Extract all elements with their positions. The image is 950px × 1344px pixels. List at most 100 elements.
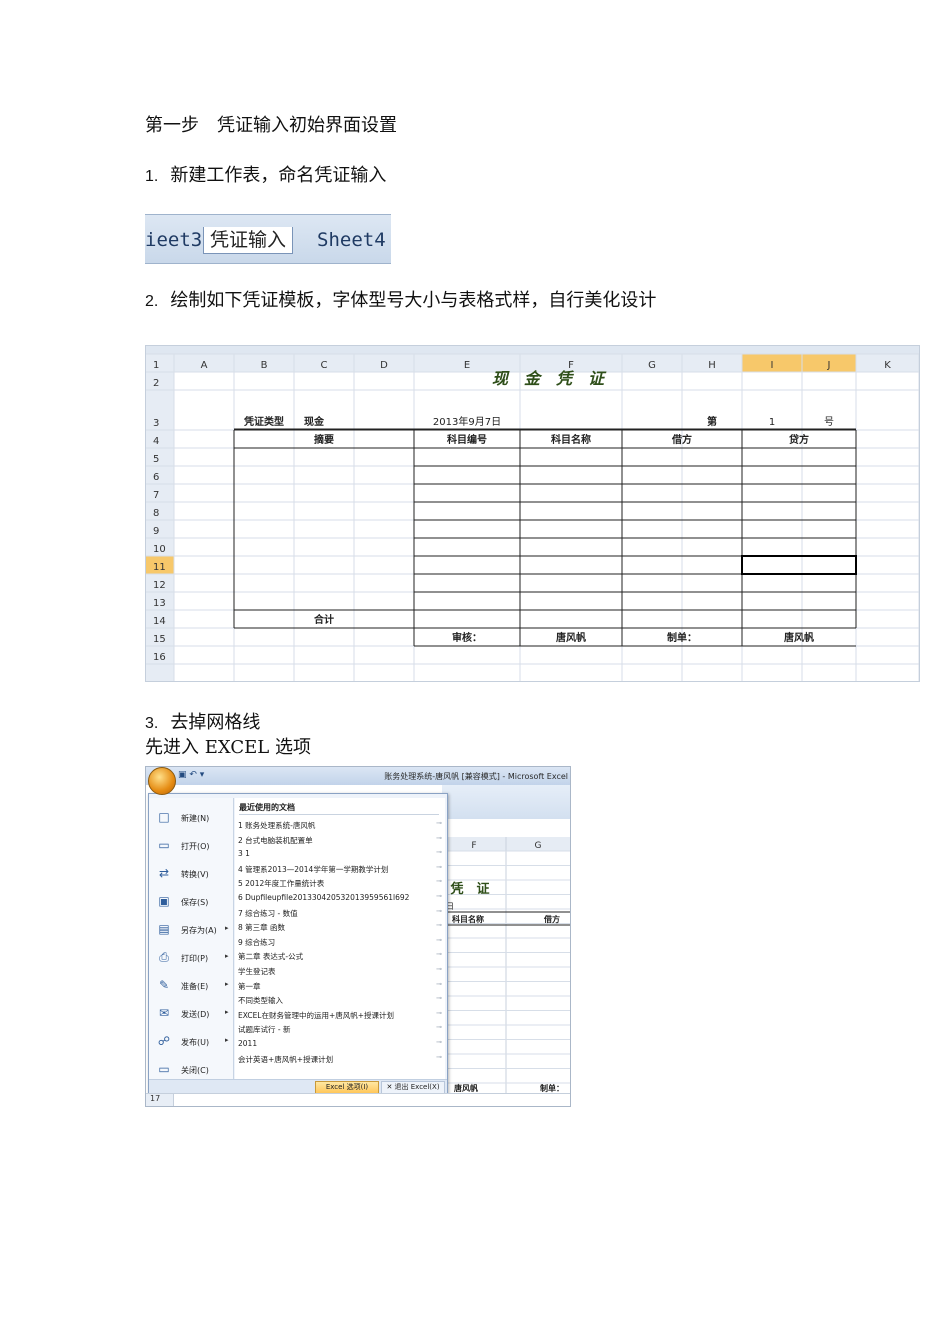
- header-account-code: 科目编号: [447, 433, 487, 446]
- recent-document-item[interactable]: 不同类型输入 ⊸: [238, 993, 444, 1007]
- office-menu-item[interactable]: ⇄ 转换(V): [153, 862, 233, 886]
- submenu-arrow-icon: ▸: [225, 980, 229, 988]
- header-account-name: 科目名称: [551, 433, 591, 446]
- pin-icon[interactable]: ⊸: [436, 1023, 442, 1031]
- recent-document-item[interactable]: 4 管理系2013—2014学年第一学期教学计划 ⊸: [238, 862, 444, 876]
- pin-icon[interactable]: ⊸: [436, 980, 442, 988]
- recent-document-item[interactable]: 第二章 表达式-公式 ⊸: [238, 949, 444, 963]
- recent-document-item[interactable]: 试题库试行 - 新 ⊸: [238, 1022, 444, 1036]
- recent-document-item[interactable]: 学生登记表 ⊸: [238, 964, 444, 978]
- voucher-title: 现 金 凭 证: [492, 369, 607, 388]
- row-header-2: 2: [153, 378, 159, 389]
- office-menu-item[interactable]: ▤ 另存为(A) ▸: [153, 918, 233, 942]
- bg-header-debit: 借方: [543, 914, 560, 924]
- recent-document-item[interactable]: 3 1 ⊸: [238, 847, 444, 861]
- pin-icon[interactable]: ⊸: [436, 950, 442, 958]
- office-menu-item[interactable]: ✎ 准备(E) ▸: [153, 974, 233, 998]
- voucher-number: 1: [769, 417, 775, 428]
- office-button[interactable]: [148, 767, 176, 795]
- recent-document-item[interactable]: 9 综合练习 ⊸: [238, 935, 444, 949]
- sheet-top-strip: [146, 346, 919, 354]
- selected-cell-i11: [741, 555, 857, 575]
- office-menu-item[interactable]: ▭ 打开(O): [153, 834, 233, 858]
- background-grid: F G凭 证日科目名称 借方唐风帆 制单：: [442, 837, 570, 1106]
- recent-document-item[interactable]: 1 账务处理系统-唐风帆 ⊸: [238, 818, 444, 832]
- sheet-tab-voucher-input[interactable]: 凭证输入: [203, 227, 294, 254]
- pin-icon[interactable]: ⊸: [436, 907, 442, 915]
- excel-office-menu-screenshot: ▣ ↶ ▾ 账务处理系统-唐风帆 [兼容模式] - Microsoft Exce…: [145, 766, 571, 1107]
- step-3-text: 去掉网格线: [170, 712, 261, 733]
- recent-document-name: 学生登记表: [238, 967, 276, 976]
- voucher-date: 2013年9月7日: [433, 415, 501, 428]
- office-menu-item[interactable]: ✉ 发送(D) ▸: [153, 1002, 233, 1026]
- submenu-arrow-icon: ▸: [225, 924, 229, 932]
- pin-icon[interactable]: ⊸: [436, 819, 442, 827]
- recent-document-item[interactable]: 8 第三章 函数 ⊸: [238, 920, 444, 934]
- office-menu-item-label: 打开(O): [181, 842, 210, 851]
- recent-document-item[interactable]: 第一章 ⊸: [238, 979, 444, 993]
- spreadsheet-grid: A B C D E F G H I J K12345678910111213141516现 金 凭 …: [146, 346, 919, 681]
- pin-icon[interactable]: ⊸: [436, 1053, 442, 1061]
- submenu-arrow-icon: ▸: [225, 952, 229, 960]
- open-folder-icon: ▭: [158, 838, 170, 852]
- pin-icon[interactable]: ⊸: [436, 892, 442, 900]
- publish-icon: ☍: [157, 1034, 171, 1048]
- maker-label: 制单：: [667, 631, 697, 644]
- print-icon: ⎙: [159, 950, 169, 964]
- recent-document-name: 试题库试行 - 新: [238, 1025, 291, 1035]
- reviewer-name: 唐风帆: [556, 631, 586, 644]
- recent-document-name: 8 第三章 函数: [238, 923, 286, 933]
- step-3-number: 3.: [145, 715, 159, 732]
- column-header-d: D: [380, 360, 388, 371]
- pin-icon[interactable]: ⊸: [436, 1009, 442, 1017]
- pin-icon[interactable]: ⊸: [436, 936, 442, 944]
- office-menu-item-label: 另存为(A): [181, 926, 217, 935]
- bg-column-g: G: [535, 841, 542, 851]
- recent-document-item[interactable]: 6 Dupfileupfile201330420532013959561l692…: [238, 891, 444, 905]
- recent-document-item[interactable]: EXCEL在财务管理中的运用+唐风帆+授课计划 ⊸: [238, 1008, 444, 1022]
- pin-icon[interactable]: ⊸: [436, 965, 442, 973]
- quick-access-toolbar[interactable]: ▣ ↶ ▾: [178, 770, 204, 780]
- sheet-tab-sheet3[interactable]: ieet3: [145, 227, 202, 253]
- recent-document-item[interactable]: 2 台式电脑装机配置单 ⊸: [238, 833, 444, 847]
- pin-icon[interactable]: ⊸: [436, 1038, 442, 1046]
- convert-icon: ⇄: [158, 866, 170, 880]
- close-folder-icon: ▭: [158, 1062, 170, 1076]
- step-3-note: 先进入 EXCEL 选项: [145, 737, 311, 758]
- save-as-icon: ▤: [158, 922, 170, 936]
- office-menu-item[interactable]: ▣ 保存(S): [153, 890, 233, 914]
- office-menu-item-label: 发布(U): [181, 1038, 210, 1047]
- pin-icon[interactable]: ⊸: [436, 863, 442, 871]
- ribbon-background: [442, 785, 570, 819]
- office-menu-item[interactable]: □ 新建(N): [153, 806, 233, 830]
- recent-document-item[interactable]: 5 2012年度工作量统计表 ⊸: [238, 876, 444, 890]
- voucher-number-suffix: 号: [824, 416, 834, 428]
- save-disk-icon: ▣: [158, 894, 170, 908]
- pin-icon[interactable]: ⊸: [436, 921, 442, 929]
- office-menu-item[interactable]: ⎙ 打印(P) ▸: [153, 946, 233, 970]
- office-menu-item[interactable]: ☍ 发布(U) ▸: [153, 1030, 233, 1054]
- maker-name: 唐风帆: [784, 631, 814, 644]
- row-header-10: 10: [153, 544, 166, 555]
- pin-icon[interactable]: ⊸: [436, 834, 442, 842]
- office-menu-item-label: 新建(N): [181, 814, 210, 823]
- sheet-tab-sheet4[interactable]: Sheet4: [317, 227, 386, 253]
- recent-document-name: 2011: [238, 1039, 258, 1048]
- recent-document-item[interactable]: 会计英语+唐风帆+授课计划 ⊸: [238, 1052, 444, 1066]
- recent-document-name: 9 综合练习: [238, 937, 276, 947]
- recent-document-item[interactable]: 2011 ⊸: [238, 1037, 444, 1051]
- row-header-13: 13: [153, 598, 166, 609]
- window-title: 账务处理系统-唐风帆 [兼容模式] - Microsoft Excel: [384, 772, 568, 781]
- recent-document-item[interactable]: 7 综合练习 - 数值 ⊸: [238, 906, 444, 920]
- selected-column-highlight: [742, 354, 856, 372]
- recent-document-name: 1 账务处理系统-唐风帆: [238, 821, 316, 830]
- row-header-17[interactable]: 17: [146, 1094, 174, 1106]
- recent-document-name: 不同类型输入: [238, 996, 283, 1006]
- pin-icon[interactable]: ⊸: [436, 877, 442, 885]
- office-menu-item-label: 打印(P): [181, 954, 209, 963]
- pin-icon[interactable]: ⊸: [436, 994, 442, 1002]
- row-header-5: 5: [153, 454, 159, 465]
- recent-document-name: 第二章 表达式-公式: [238, 952, 304, 962]
- reviewer-label: 审核：: [452, 631, 482, 644]
- pin-icon[interactable]: ⊸: [436, 848, 442, 856]
